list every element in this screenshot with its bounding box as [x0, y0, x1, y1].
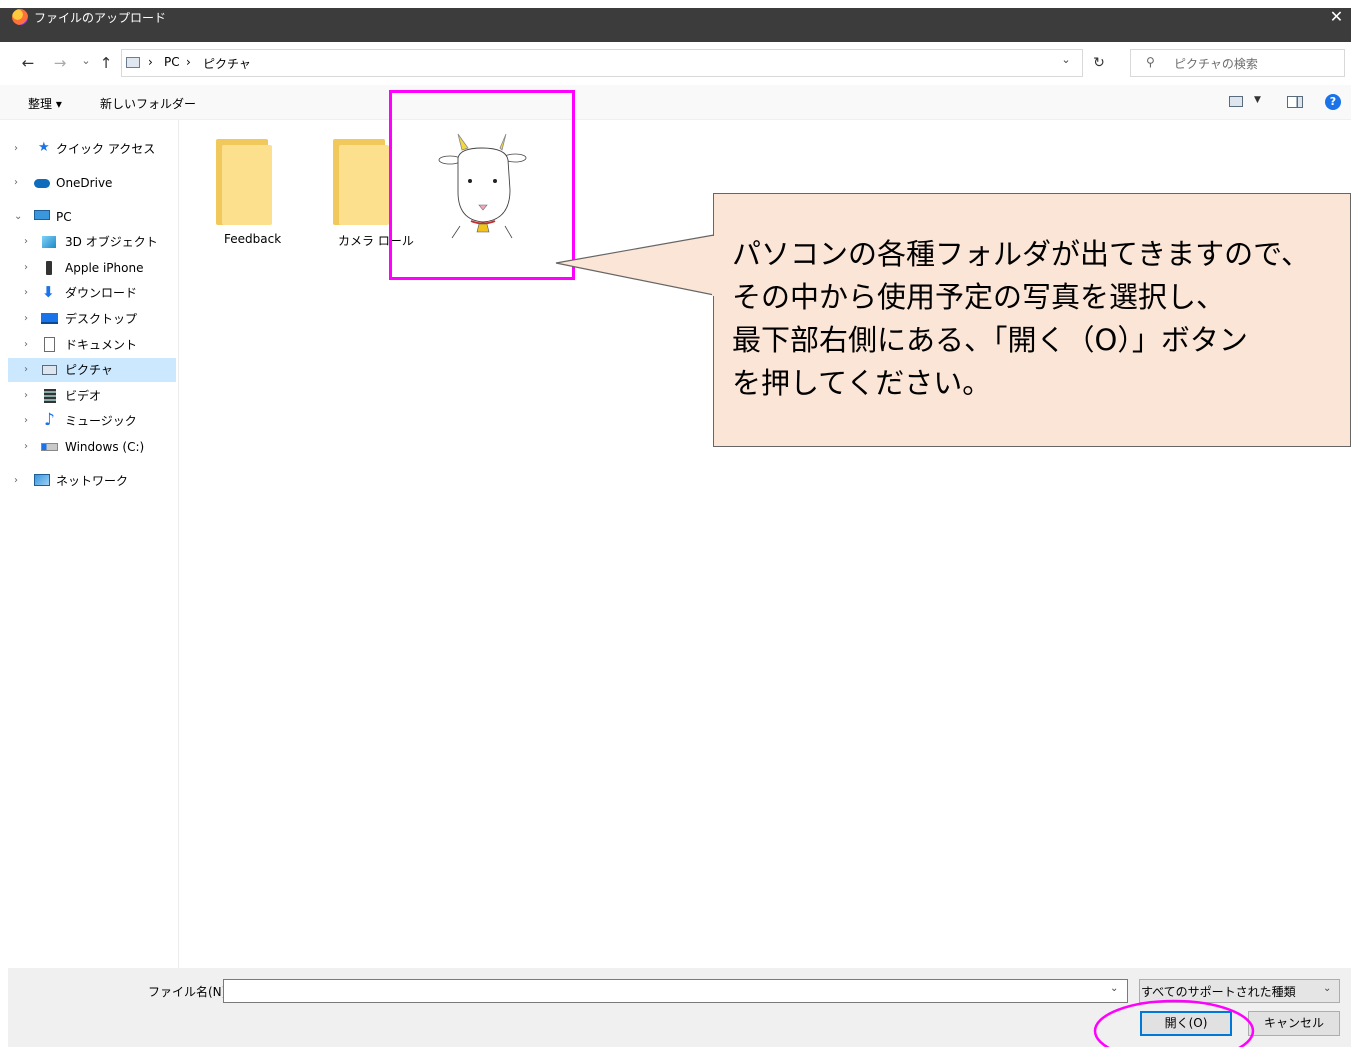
chevron-right-icon[interactable]: › [14, 171, 24, 195]
breadcrumb-pictures[interactable]: ピクチャ [203, 55, 251, 72]
document-icon [44, 337, 55, 352]
sidebar-item-desktop[interactable]: › デスクトップ [8, 307, 176, 331]
sidebar-item-label: Apple iPhone [65, 261, 144, 275]
sidebar-item-quick-access[interactable]: › ★ クイック アクセス [8, 137, 176, 161]
close-button[interactable]: ✕ [1322, 4, 1351, 30]
phone-icon [46, 261, 52, 275]
sidebar-item-label: クイック アクセス [56, 142, 156, 156]
command-toolbar [0, 85, 1351, 120]
film-icon [44, 389, 56, 403]
sidebar-item-apple-iphone[interactable]: › Apple iPhone [8, 256, 176, 280]
sidebar-item-label: ビデオ [65, 389, 102, 403]
sidebar-item-3d-objects[interactable]: › 3D オブジェクト [8, 230, 176, 254]
sidebar-item-pc[interactable]: ⌄ PC [8, 205, 176, 229]
search-placeholder: ピクチャの検索 [1174, 57, 1258, 71]
callout-joint [712, 236, 718, 296]
forward-arrow-icon[interactable]: → [50, 54, 70, 72]
folder-feedback[interactable] [216, 139, 272, 225]
chevron-right-icon[interactable]: › [24, 230, 34, 254]
folder-front [222, 145, 272, 225]
sidebar-item-label: OneDrive [56, 176, 113, 190]
filename-label: ファイル名(N): [148, 985, 231, 999]
breadcrumb-separator: › [148, 55, 153, 69]
chevron-right-icon[interactable]: › [14, 137, 24, 161]
callout-text: パソコンの各種フォルダが出てきますので、 その中から使用予定の写真を選択し、 最… [732, 233, 1332, 405]
chevron-right-icon[interactable]: › [24, 256, 34, 280]
sidebar-item-downloads[interactable]: › ⬇ ダウンロード [8, 281, 176, 305]
callout-line: その中から使用予定の写真を選択し、 [732, 280, 1226, 314]
computer-icon [34, 210, 50, 220]
sidebar-item-videos[interactable]: › ビデオ [8, 384, 176, 408]
callout-pointer [555, 234, 715, 296]
chevron-down-icon[interactable]: ⌄ [1058, 53, 1074, 71]
chevron-down-icon[interactable]: ⌄ [14, 205, 24, 229]
chevron-right-icon[interactable]: › [24, 384, 34, 408]
sidebar-item-documents[interactable]: › ドキュメント [8, 333, 176, 357]
sidebar-item-label: ピクチャ [65, 363, 113, 377]
sidebar-item-label: 3D オブジェクト [65, 235, 158, 249]
sidebar-item-windows-c[interactable]: › Windows (C:) [8, 435, 176, 459]
folder-label: Feedback [224, 232, 282, 246]
preview-pane-icon[interactable] [1287, 96, 1303, 108]
recent-locations-icon[interactable]: ⌄ [76, 52, 96, 70]
address-bar[interactable] [121, 49, 1083, 77]
chevron-right-icon[interactable]: › [24, 333, 34, 357]
chevron-right-icon[interactable]: › [24, 281, 34, 305]
sidebar-item-music[interactable]: › ♪ ミュージック [8, 409, 176, 433]
download-arrow-icon: ⬇ [42, 283, 55, 301]
sidebar-item-label: ミュージック [65, 414, 137, 428]
network-icon [34, 474, 50, 486]
sidebar-item-label: ダウンロード [65, 286, 138, 300]
breadcrumb-separator: › [186, 55, 191, 69]
help-icon[interactable]: ? [1325, 94, 1341, 110]
highlight-frame [389, 90, 575, 280]
back-arrow-icon[interactable]: ← [18, 54, 38, 72]
window-title-bar [0, 8, 1351, 42]
sidebar-item-label: デスクトップ [65, 312, 138, 326]
cloud-icon [34, 179, 50, 188]
window-title: ファイルのアップロード [34, 11, 167, 25]
up-arrow-icon[interactable]: ↑ [96, 54, 116, 72]
chevron-down-icon[interactable]: ⌄ [1323, 983, 1331, 994]
chevron-right-icon[interactable]: › [24, 435, 34, 459]
chevron-down-icon[interactable]: ▼ [1254, 95, 1261, 105]
change-view-icon[interactable] [1229, 96, 1243, 107]
sidebar-item-label: ドキュメント [65, 338, 138, 352]
firefox-icon [12, 9, 28, 25]
callout-line: 最下部右側にある、「開く（O）」ボタン [732, 323, 1248, 357]
new-folder-button[interactable]: 新しいフォルダー [100, 95, 196, 112]
drive-icon [41, 443, 58, 451]
pictures-location-icon [126, 57, 140, 68]
chevron-right-icon[interactable]: › [14, 469, 24, 493]
sidebar-item-label: ネットワーク [56, 474, 129, 488]
sidebar-item-label: PC [56, 210, 72, 224]
chevron-right-icon[interactable]: › [24, 307, 34, 331]
folder-front [339, 145, 389, 225]
sidebar-item-label: Windows (C:) [65, 440, 145, 454]
breadcrumb-pc[interactable]: PC [164, 55, 180, 69]
star-icon: ★ [38, 140, 50, 155]
callout-line: パソコンの各種フォルダが出てきますので、 [732, 237, 1310, 271]
filename-input[interactable] [223, 979, 1128, 1003]
sidebar-item-onedrive[interactable]: › OneDrive [8, 171, 176, 195]
sidebar-item-pictures[interactable]: › ピクチャ [8, 358, 176, 382]
search-icon: ⚲ [1146, 55, 1155, 69]
organize-button[interactable]: 整理 ▾ [28, 95, 62, 112]
cube-icon [42, 236, 56, 248]
callout-line: を押してください。 [732, 366, 992, 400]
highlight-ellipse [1093, 999, 1255, 1047]
desktop-icon [41, 313, 58, 324]
pictures-icon [42, 365, 57, 375]
music-note-icon: ♪ [44, 410, 55, 430]
chevron-right-icon[interactable]: › [24, 409, 34, 433]
chevron-right-icon[interactable]: › [24, 358, 34, 382]
sidebar-item-network[interactable]: › ネットワーク [8, 469, 176, 493]
folder-camera-roll[interactable] [333, 139, 389, 225]
refresh-icon[interactable]: ↻ [1087, 48, 1111, 78]
